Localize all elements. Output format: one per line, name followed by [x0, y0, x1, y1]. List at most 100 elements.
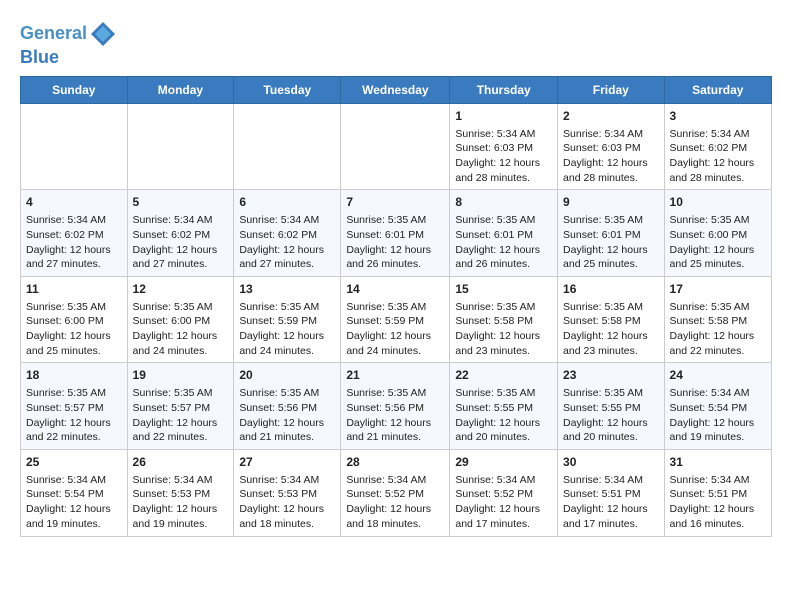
day-number: 7 [346, 194, 444, 211]
calendar-cell: 25 Sunrise: 5:34 AM Sunset: 5:54 PM Dayli… [21, 449, 128, 536]
day-info: Sunrise: 5:34 AM Sunset: 6:02 PM Dayligh… [670, 127, 766, 186]
calendar-cell: 9 Sunrise: 5:35 AM Sunset: 6:01 PM Daylig… [558, 190, 665, 277]
day-number: 23 [563, 367, 659, 384]
calendar-cell: 22 Sunrise: 5:35 AM Sunset: 5:55 PM Dayli… [450, 363, 558, 450]
calendar-cell: 19 Sunrise: 5:35 AM Sunset: 5:57 PM Dayli… [127, 363, 234, 450]
day-number: 17 [670, 281, 766, 298]
day-number: 6 [239, 194, 335, 211]
day-number: 2 [563, 108, 659, 125]
day-number: 11 [26, 281, 122, 298]
calendar-cell: 4 Sunrise: 5:34 AM Sunset: 6:02 PM Daylig… [21, 190, 128, 277]
day-number: 26 [133, 454, 229, 471]
day-number: 4 [26, 194, 122, 211]
calendar-cell: 16Sunrise: 5:35 AM Sunset: 5:58 PM Dayli… [558, 276, 665, 363]
day-number: 14 [346, 281, 444, 298]
calendar-cell: 10 Sunrise: 5:35 AM Sunset: 6:00 PM Dayli… [664, 190, 771, 277]
day-info: Sunrise: 5:35 AM Sunset: 5:59 PM Dayligh… [346, 300, 444, 359]
day-info: Sunrise: 5:35 AM Sunset: 6:00 PM Dayligh… [670, 213, 766, 272]
day-number: 19 [133, 367, 229, 384]
day-info: Sunrise: 5:35 AM Sunset: 5:58 PM Dayligh… [670, 300, 766, 359]
calendar-cell [21, 103, 128, 190]
day-info: Sunrise: 5:34 AM Sunset: 5:53 PM Dayligh… [133, 473, 229, 532]
day-info: Sunrise: 5:35 AM Sunset: 5:58 PM Dayligh… [563, 300, 659, 359]
logo-text: General Blue [20, 20, 117, 68]
day-info: Sunrise: 5:35 AM Sunset: 5:57 PM Dayligh… [26, 386, 122, 445]
day-number: 20 [239, 367, 335, 384]
calendar-cell: 2 Sunrise: 5:34 AM Sunset: 6:03 PM Daylig… [558, 103, 665, 190]
day-of-week-header: Thursday [450, 76, 558, 103]
day-number: 25 [26, 454, 122, 471]
day-info: Sunrise: 5:34 AM Sunset: 6:02 PM Dayligh… [133, 213, 229, 272]
calendar-cell [341, 103, 450, 190]
day-info: Sunrise: 5:35 AM Sunset: 5:59 PM Dayligh… [239, 300, 335, 359]
day-number: 30 [563, 454, 659, 471]
calendar-cell: 1 Sunrise: 5:34 AM Sunset: 6:03 PM Daylig… [450, 103, 558, 190]
day-info: Sunrise: 5:35 AM Sunset: 5:58 PM Dayligh… [455, 300, 552, 359]
day-number: 13 [239, 281, 335, 298]
day-info: Sunrise: 5:34 AM Sunset: 5:53 PM Dayligh… [239, 473, 335, 532]
logo: General Blue [20, 20, 117, 68]
day-info: Sunrise: 5:35 AM Sunset: 5:55 PM Dayligh… [563, 386, 659, 445]
day-of-week-header: Wednesday [341, 76, 450, 103]
day-number: 18 [26, 367, 122, 384]
calendar-table: SundayMondayTuesdayWednesdayThursdayFrid… [20, 76, 772, 537]
day-number: 12 [133, 281, 229, 298]
calendar-cell: 17 Sunrise: 5:35 AM Sunset: 5:58 PM Dayli… [664, 276, 771, 363]
calendar-cell: 7 Sunrise: 5:35 AM Sunset: 6:01 PM Daylig… [341, 190, 450, 277]
day-info: Sunrise: 5:34 AM Sunset: 5:52 PM Dayligh… [346, 473, 444, 532]
day-info: Sunrise: 5:34 AM Sunset: 6:02 PM Dayligh… [239, 213, 335, 272]
calendar-cell: 28Sunrise: 5:34 AM Sunset: 5:52 PM Dayli… [341, 449, 450, 536]
page-header: General Blue [20, 16, 772, 68]
calendar-cell: 3 Sunrise: 5:34 AM Sunset: 6:02 PM Daylig… [664, 103, 771, 190]
day-number: 31 [670, 454, 766, 471]
day-number: 15 [455, 281, 552, 298]
day-info: Sunrise: 5:35 AM Sunset: 6:00 PM Dayligh… [26, 300, 122, 359]
day-info: Sunrise: 5:35 AM Sunset: 6:01 PM Dayligh… [563, 213, 659, 272]
day-info: Sunrise: 5:34 AM Sunset: 6:03 PM Dayligh… [455, 127, 552, 186]
calendar-cell: 13 Sunrise: 5:35 AM Sunset: 5:59 PM Dayli… [234, 276, 341, 363]
day-info: Sunrise: 5:34 AM Sunset: 5:51 PM Dayligh… [670, 473, 766, 532]
day-number: 29 [455, 454, 552, 471]
day-info: Sunrise: 5:35 AM Sunset: 5:56 PM Dayligh… [346, 386, 444, 445]
day-info: Sunrise: 5:34 AM Sunset: 6:03 PM Dayligh… [563, 127, 659, 186]
calendar-cell: 27 Sunrise: 5:34 AM Sunset: 5:53 PM Dayli… [234, 449, 341, 536]
day-info: Sunrise: 5:35 AM Sunset: 5:57 PM Dayligh… [133, 386, 229, 445]
calendar-cell: 18 Sunrise: 5:35 AM Sunset: 5:57 PM Dayli… [21, 363, 128, 450]
day-number: 1 [455, 108, 552, 125]
calendar-cell [234, 103, 341, 190]
calendar-cell: 26 Sunrise: 5:34 AM Sunset: 5:53 PM Dayli… [127, 449, 234, 536]
day-info: Sunrise: 5:34 AM Sunset: 5:51 PM Dayligh… [563, 473, 659, 532]
day-info: Sunrise: 5:34 AM Sunset: 5:54 PM Dayligh… [670, 386, 766, 445]
day-number: 9 [563, 194, 659, 211]
day-number: 10 [670, 194, 766, 211]
day-number: 8 [455, 194, 552, 211]
calendar-cell: 8Sunrise: 5:35 AM Sunset: 6:01 PM Daylig… [450, 190, 558, 277]
day-info: Sunrise: 5:35 AM Sunset: 6:01 PM Dayligh… [346, 213, 444, 272]
calendar-cell: 12 Sunrise: 5:35 AM Sunset: 6:00 PM Dayli… [127, 276, 234, 363]
day-info: Sunrise: 5:34 AM Sunset: 6:02 PM Dayligh… [26, 213, 122, 272]
calendar-cell: 21 Sunrise: 5:35 AM Sunset: 5:56 PM Dayli… [341, 363, 450, 450]
calendar-cell: 6 Sunrise: 5:34 AM Sunset: 6:02 PM Daylig… [234, 190, 341, 277]
calendar-cell: 14 Sunrise: 5:35 AM Sunset: 5:59 PM Dayli… [341, 276, 450, 363]
calendar-cell: 20 Sunrise: 5:35 AM Sunset: 5:56 PM Dayli… [234, 363, 341, 450]
calendar-cell: 23 Sunrise: 5:35 AM Sunset: 5:55 PM Dayli… [558, 363, 665, 450]
day-number: 21 [346, 367, 444, 384]
day-of-week-header: Saturday [664, 76, 771, 103]
calendar-cell: 5 Sunrise: 5:34 AM Sunset: 6:02 PM Daylig… [127, 190, 234, 277]
day-info: Sunrise: 5:35 AM Sunset: 5:56 PM Dayligh… [239, 386, 335, 445]
day-number: 5 [133, 194, 229, 211]
day-of-week-header: Friday [558, 76, 665, 103]
calendar-cell: 15 Sunrise: 5:35 AM Sunset: 5:58 PM Dayli… [450, 276, 558, 363]
calendar-cell [127, 103, 234, 190]
day-number: 22 [455, 367, 552, 384]
day-of-week-header: Monday [127, 76, 234, 103]
day-info: Sunrise: 5:34 AM Sunset: 5:54 PM Dayligh… [26, 473, 122, 532]
calendar-cell: 24 Sunrise: 5:34 AM Sunset: 5:54 PM Dayli… [664, 363, 771, 450]
day-info: Sunrise: 5:34 AM Sunset: 5:52 PM Dayligh… [455, 473, 552, 532]
day-number: 27 [239, 454, 335, 471]
day-info: Sunrise: 5:35 AM Sunset: 6:00 PM Dayligh… [133, 300, 229, 359]
day-number: 3 [670, 108, 766, 125]
day-number: 24 [670, 367, 766, 384]
calendar-cell: 11 Sunrise: 5:35 AM Sunset: 6:00 PM Dayli… [21, 276, 128, 363]
day-info: Sunrise: 5:35 AM Sunset: 5:55 PM Dayligh… [455, 386, 552, 445]
